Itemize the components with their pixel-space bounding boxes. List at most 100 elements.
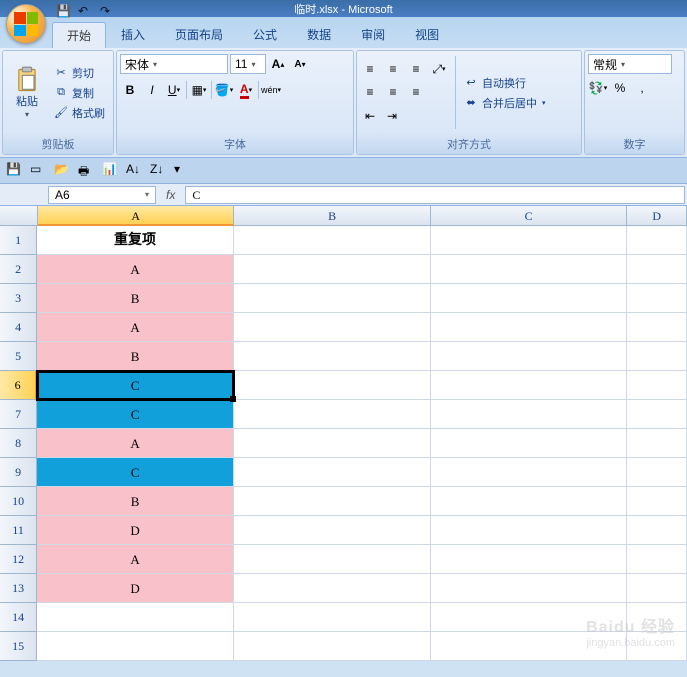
spreadsheet-grid[interactable]: ABCD 1重复项2A3B4A5B6C7C8A9C10B11D12A13D141… <box>0 206 687 661</box>
tab-data[interactable]: 数据 <box>292 21 346 48</box>
comma-button[interactable]: , <box>632 78 652 98</box>
row-header[interactable]: 13 <box>0 574 37 603</box>
cell[interactable]: A <box>37 545 234 574</box>
redo-icon[interactable]: ↷ <box>100 4 116 20</box>
row-header[interactable]: 15 <box>0 632 37 661</box>
cell[interactable]: B <box>37 284 234 313</box>
cell[interactable] <box>627 458 687 487</box>
undo-icon[interactable]: ↶ <box>78 4 94 20</box>
tab-home[interactable]: 开始 <box>52 22 106 48</box>
cell[interactable] <box>627 342 687 371</box>
paste-button[interactable]: 粘贴 ▾ <box>6 54 48 131</box>
column-header-D[interactable]: D <box>627 206 687 226</box>
cell[interactable] <box>234 574 431 603</box>
sort-desc-icon[interactable]: Z↓ <box>150 162 168 180</box>
decrease-font-button[interactable]: A▾ <box>290 54 310 74</box>
cell[interactable] <box>627 487 687 516</box>
tab-formulas[interactable]: 公式 <box>238 21 292 48</box>
filter-icon[interactable]: ▾ <box>174 162 192 180</box>
cell[interactable] <box>431 226 628 255</box>
increase-indent-button[interactable]: ⇥ <box>382 106 402 126</box>
font-name-combo[interactable]: 宋体▾ <box>120 54 228 74</box>
cell[interactable] <box>431 458 628 487</box>
cell[interactable] <box>627 313 687 342</box>
print-icon[interactable]: 🖶 <box>78 162 96 180</box>
cell[interactable] <box>627 400 687 429</box>
cell[interactable] <box>627 284 687 313</box>
number-format-combo[interactable]: 常规▾ <box>588 54 672 74</box>
column-header-C[interactable]: C <box>431 206 627 226</box>
open-icon[interactable]: 📂 <box>54 162 72 180</box>
format-painter-button[interactable]: 🖌格式刷 <box>50 104 108 122</box>
row-header[interactable]: 8 <box>0 429 37 458</box>
row-header[interactable]: 11 <box>0 516 37 545</box>
cell[interactable] <box>431 255 628 284</box>
align-top-button[interactable]: ≡ <box>360 59 380 79</box>
row-header[interactable]: 2 <box>0 255 37 284</box>
save-icon[interactable]: 💾 <box>6 162 24 180</box>
cell[interactable]: 重复项 <box>37 226 234 255</box>
cell[interactable] <box>431 284 628 313</box>
cell[interactable] <box>627 603 687 632</box>
cell[interactable] <box>234 255 431 284</box>
align-left-button[interactable]: ≡ <box>360 82 380 102</box>
cell[interactable]: C <box>37 458 234 487</box>
italic-button[interactable]: I <box>142 80 162 100</box>
wrap-text-button[interactable]: ↩自动换行 <box>460 74 549 92</box>
cell[interactable]: A <box>37 255 234 284</box>
save-icon[interactable]: 💾 <box>56 4 72 20</box>
decrease-indent-button[interactable]: ⇤ <box>360 106 380 126</box>
fill-color-button[interactable]: 🪣▾ <box>214 80 234 100</box>
row-header[interactable]: 10 <box>0 487 37 516</box>
cell[interactable] <box>431 516 628 545</box>
copy-button[interactable]: ⧉复制 <box>50 84 108 102</box>
font-color-button[interactable]: A▾ <box>236 80 256 100</box>
cell[interactable] <box>431 603 628 632</box>
percent-button[interactable]: % <box>610 78 630 98</box>
cell[interactable] <box>431 632 628 661</box>
cell[interactable] <box>234 545 431 574</box>
cell[interactable]: D <box>37 516 234 545</box>
row-header[interactable]: 12 <box>0 545 37 574</box>
align-center-button[interactable]: ≡ <box>383 82 403 102</box>
cell[interactable] <box>627 632 687 661</box>
cell[interactable] <box>37 632 234 661</box>
row-header[interactable]: 5 <box>0 342 37 371</box>
cell[interactable] <box>431 429 628 458</box>
tab-review[interactable]: 审阅 <box>346 21 400 48</box>
phonetic-button[interactable]: wén▾ <box>261 80 281 100</box>
tab-insert[interactable]: 插入 <box>106 21 160 48</box>
bold-button[interactable]: B <box>120 80 140 100</box>
chart-icon[interactable]: 📊 <box>102 162 120 180</box>
align-bottom-button[interactable]: ≡ <box>406 59 426 79</box>
cell[interactable] <box>234 458 431 487</box>
cell[interactable] <box>431 574 628 603</box>
underline-button[interactable]: U▾ <box>164 80 184 100</box>
column-header-A[interactable]: A <box>38 206 234 226</box>
increase-font-button[interactable]: A▴ <box>268 54 288 74</box>
orientation-button[interactable]: ⤢▾ <box>429 59 449 79</box>
cell[interactable] <box>627 574 687 603</box>
cell[interactable] <box>234 342 431 371</box>
merge-center-button[interactable]: ⬌合并后居中▾ <box>460 94 549 112</box>
cell[interactable] <box>431 400 628 429</box>
new-icon[interactable]: ▭ <box>30 162 48 180</box>
fx-icon[interactable]: fx <box>158 188 183 202</box>
cell[interactable] <box>431 342 628 371</box>
select-all-corner[interactable] <box>0 206 38 226</box>
cell[interactable] <box>431 487 628 516</box>
tab-page-layout[interactable]: 页面布局 <box>160 21 238 48</box>
row-header[interactable]: 7 <box>0 400 37 429</box>
cell[interactable]: C <box>37 400 234 429</box>
cell[interactable] <box>627 255 687 284</box>
cell[interactable] <box>234 226 431 255</box>
name-box[interactable]: A6▾ <box>48 186 156 204</box>
row-header[interactable]: 14 <box>0 603 37 632</box>
cell[interactable] <box>627 545 687 574</box>
cell[interactable] <box>234 313 431 342</box>
row-header[interactable]: 6 <box>0 371 37 400</box>
cell[interactable]: B <box>37 342 234 371</box>
cell[interactable]: C <box>37 371 234 400</box>
currency-button[interactable]: 💱▾ <box>588 78 608 98</box>
align-right-button[interactable]: ≡ <box>406 82 426 102</box>
